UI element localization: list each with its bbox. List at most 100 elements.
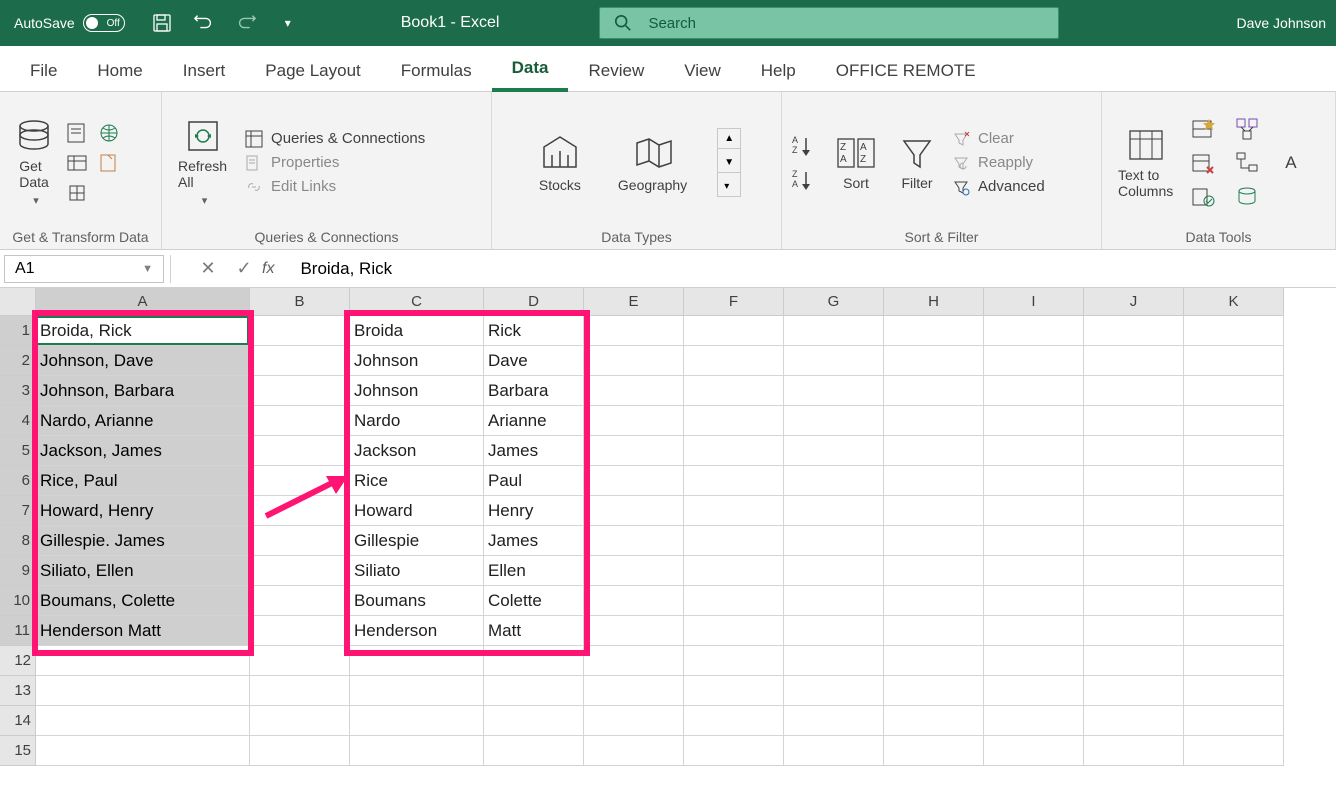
cell[interactable] xyxy=(250,616,350,646)
cell[interactable]: Johnson, Dave xyxy=(36,346,250,376)
cell[interactable]: James xyxy=(484,436,584,466)
cell[interactable] xyxy=(984,676,1084,706)
cell[interactable] xyxy=(884,616,984,646)
col-head-A[interactable]: A xyxy=(36,288,250,316)
cell[interactable] xyxy=(884,676,984,706)
cell[interactable] xyxy=(250,586,350,616)
cell[interactable] xyxy=(350,646,484,676)
cell[interactable] xyxy=(250,466,350,496)
get-data-button[interactable]: Get Data xyxy=(10,114,58,211)
cell[interactable]: Nardo xyxy=(350,406,484,436)
cell[interactable] xyxy=(584,436,684,466)
cell[interactable] xyxy=(684,526,784,556)
qat-dropdown-icon[interactable]: ▾ xyxy=(277,12,299,34)
cell[interactable] xyxy=(1184,706,1284,736)
cell[interactable] xyxy=(984,346,1084,376)
col-head-E[interactable]: E xyxy=(584,288,684,316)
cell[interactable] xyxy=(584,736,684,766)
redo-icon[interactable] xyxy=(235,12,257,34)
cell[interactable] xyxy=(584,706,684,736)
cell[interactable] xyxy=(684,496,784,526)
cell[interactable] xyxy=(584,406,684,436)
cell[interactable] xyxy=(584,376,684,406)
col-head-H[interactable]: H xyxy=(884,288,984,316)
cell[interactable] xyxy=(684,556,784,586)
tab-office-remote[interactable]: OFFICE REMOTE xyxy=(816,51,996,91)
relationships-icon[interactable] xyxy=(1235,151,1261,175)
cell[interactable]: Howard, Henry xyxy=(36,496,250,526)
save-icon[interactable] xyxy=(151,12,173,34)
sort-descending-icon[interactable]: ZA xyxy=(792,168,818,192)
cell[interactable] xyxy=(1084,376,1184,406)
formula-input[interactable]: Broida, Rick xyxy=(294,259,1336,279)
cell[interactable] xyxy=(250,496,350,526)
cell[interactable] xyxy=(584,676,684,706)
cell[interactable] xyxy=(250,406,350,436)
row-head[interactable]: 9 xyxy=(0,556,36,586)
row-head[interactable]: 10 xyxy=(0,586,36,616)
cell[interactable]: Siliato xyxy=(350,556,484,586)
enter-icon[interactable]: ✓ xyxy=(226,258,262,279)
cell[interactable] xyxy=(784,526,884,556)
cell[interactable] xyxy=(1084,676,1184,706)
cell[interactable] xyxy=(784,586,884,616)
cell[interactable]: Henderson Matt xyxy=(36,616,250,646)
tab-formulas[interactable]: Formulas xyxy=(381,51,492,91)
cell[interactable]: Arianne xyxy=(484,406,584,436)
cell[interactable]: Barbara xyxy=(484,376,584,406)
row-head[interactable]: 7 xyxy=(0,496,36,526)
cell[interactable] xyxy=(1184,676,1284,706)
cell[interactable] xyxy=(684,676,784,706)
cell[interactable] xyxy=(984,736,1084,766)
remove-duplicates-icon[interactable] xyxy=(1191,151,1217,175)
row-head[interactable]: 4 xyxy=(0,406,36,436)
fx-icon[interactable]: fx xyxy=(262,260,274,278)
cancel-icon[interactable]: ✕ xyxy=(190,258,226,279)
cell[interactable] xyxy=(584,646,684,676)
cell[interactable] xyxy=(684,346,784,376)
cell[interactable]: Howard xyxy=(350,496,484,526)
cell[interactable] xyxy=(250,736,350,766)
queries-connections-button[interactable]: Queries & Connections xyxy=(245,130,425,148)
manage-data-model-icon[interactable] xyxy=(1235,185,1261,209)
col-head-G[interactable]: G xyxy=(784,288,884,316)
cell[interactable] xyxy=(36,736,250,766)
cell[interactable] xyxy=(1084,496,1184,526)
cell[interactable] xyxy=(984,646,1084,676)
cell[interactable] xyxy=(1184,466,1284,496)
cell[interactable] xyxy=(584,466,684,496)
tab-file[interactable]: File xyxy=(10,51,77,91)
cell[interactable] xyxy=(350,736,484,766)
from-text-icon[interactable] xyxy=(66,122,88,144)
tab-view[interactable]: View xyxy=(664,51,741,91)
cell[interactable]: Colette xyxy=(484,586,584,616)
row-head[interactable]: 6 xyxy=(0,466,36,496)
from-web-icon[interactable] xyxy=(98,122,120,144)
cell[interactable] xyxy=(250,646,350,676)
cell[interactable] xyxy=(350,676,484,706)
cell[interactable] xyxy=(884,736,984,766)
cell[interactable]: Nardo, Arianne xyxy=(36,406,250,436)
col-head-F[interactable]: F xyxy=(684,288,784,316)
cell[interactable] xyxy=(884,376,984,406)
cell[interactable] xyxy=(784,376,884,406)
cell[interactable] xyxy=(484,676,584,706)
cell[interactable]: Ellen xyxy=(484,556,584,586)
data-types-more-icon[interactable]: ▾ xyxy=(718,177,740,196)
cell[interactable] xyxy=(684,406,784,436)
cell[interactable]: Siliato, Ellen xyxy=(36,556,250,586)
cell[interactable] xyxy=(584,616,684,646)
cell[interactable] xyxy=(984,616,1084,646)
cell[interactable] xyxy=(1084,586,1184,616)
cell[interactable]: Broida xyxy=(350,316,484,346)
cell[interactable] xyxy=(784,496,884,526)
cell[interactable] xyxy=(250,346,350,376)
recent-sources-icon[interactable] xyxy=(98,152,120,174)
cell[interactable]: Broida, Rick xyxy=(36,316,250,346)
cell[interactable] xyxy=(1084,646,1184,676)
cell[interactable] xyxy=(584,586,684,616)
cell[interactable] xyxy=(784,316,884,346)
cell[interactable] xyxy=(1184,556,1284,586)
flash-fill-icon[interactable] xyxy=(1191,117,1217,141)
cell[interactable] xyxy=(984,436,1084,466)
